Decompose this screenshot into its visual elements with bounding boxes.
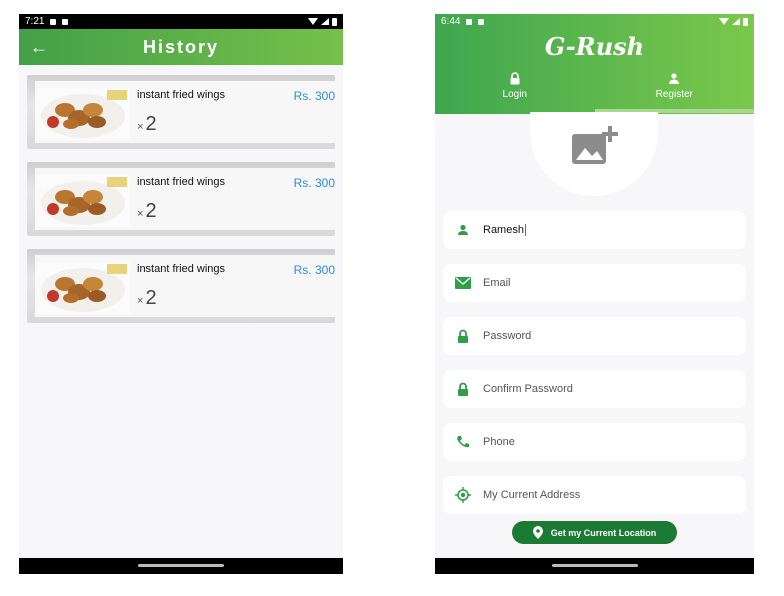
sd-card-icon [62,18,69,25]
get-location-button[interactable]: Get my Current Location [512,521,677,544]
history-screen: 7:21 ← History instant fried wings Rs. 3… [19,14,343,574]
phone-field[interactable]: Phone [443,423,746,461]
phone-icon [457,436,469,448]
food-image [35,262,130,314]
home-gesture-handle[interactable] [551,564,638,567]
person-icon [669,73,680,84]
wifi-icon [719,18,729,25]
back-arrow-icon[interactable]: ← [19,37,59,58]
email-field[interactable]: Email [443,264,746,302]
avatar-picker[interactable] [530,112,658,196]
add-photo-icon [572,126,618,164]
item-quantity: × 2 [137,200,157,222]
name-field[interactable]: Ramesh [443,211,746,249]
status-bar: 7:21 [19,14,343,29]
fried-wings-image [41,90,127,138]
location-icon [455,487,471,503]
list-item[interactable]: instant fried wings Rs. 300 × 2 [27,162,335,236]
tab-login[interactable]: Login [435,72,595,110]
tab-register[interactable]: Register [595,72,755,110]
lock-icon [458,329,468,343]
signal-icon [732,18,740,25]
confirm-password-field[interactable]: Confirm Password [443,370,746,408]
home-gesture-handle[interactable] [138,564,224,567]
item-price: Rs. 300 [293,176,335,190]
app-logo-text: G-Rush [544,32,645,61]
wifi-icon [308,18,318,25]
status-time: 7:21 [25,16,45,27]
auth-tabs: Login Register [435,72,754,110]
history-list: instant fried wings Rs. 300 × 2 instant … [19,72,343,336]
item-quantity: × 2 [137,113,157,135]
list-item[interactable]: instant fried wings Rs. 300 × 2 [27,249,335,323]
navigation-bar [435,558,754,574]
register-form: Ramesh Email Password Confirm Password P… [443,211,746,529]
page-title: History [142,36,219,57]
address-field[interactable]: My Current Address [443,476,746,514]
food-image [35,88,130,140]
lock-icon [458,382,468,396]
header: 6:44 G-Rush Login Register [435,14,754,114]
app-bar: ← History [19,29,343,65]
item-price: Rs. 300 [293,89,335,103]
battery-icon [332,17,337,26]
sd-card-icon [478,18,485,25]
email-icon [455,277,471,289]
lock-icon [510,72,520,85]
fried-wings-image [41,177,127,225]
password-field[interactable]: Password [443,317,746,355]
food-image [35,175,130,227]
status-bar: 6:44 [435,14,754,29]
notification-icon [466,18,473,25]
register-screen: 6:44 G-Rush Login Register Ramesh Email … [435,14,754,574]
item-name: instant fried wings [137,176,226,188]
person-icon [458,224,468,235]
map-pin-icon [532,526,543,539]
status-time: 6:44 [441,16,461,27]
item-quantity: × 2 [137,287,157,309]
text-cursor [524,224,526,236]
item-name: instant fried wings [137,263,226,275]
battery-icon [743,17,748,26]
notification-icon [50,18,57,25]
item-price: Rs. 300 [293,263,335,277]
item-name: instant fried wings [137,89,226,101]
signal-icon [321,18,329,25]
list-item[interactable]: instant fried wings Rs. 300 × 2 [27,75,335,149]
navigation-bar [19,558,343,574]
fried-wings-image [41,264,127,312]
